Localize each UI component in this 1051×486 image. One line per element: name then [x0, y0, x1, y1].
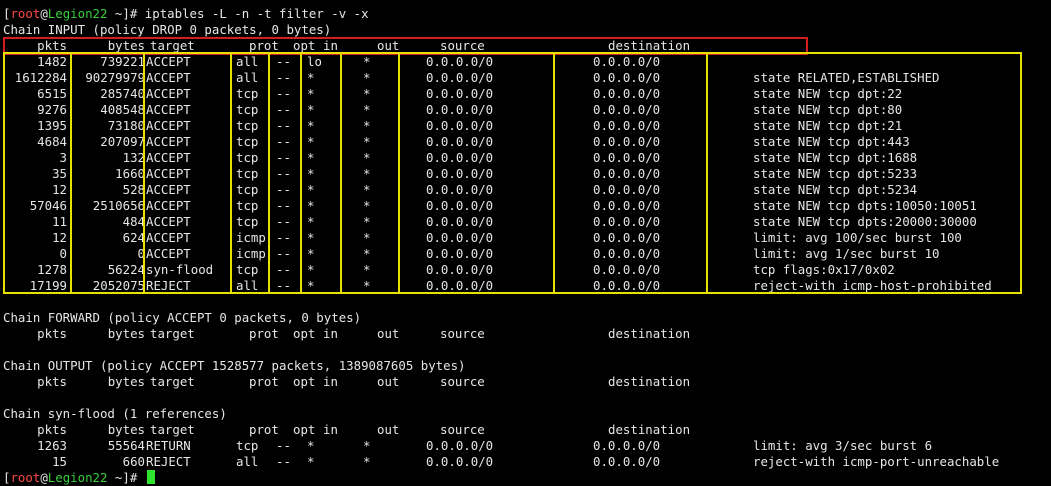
header-prot: prot: [249, 326, 279, 341]
header-in: in: [323, 374, 338, 389]
rule-column-highlight: [553, 52, 708, 294]
header-destination: destination: [608, 326, 691, 341]
command-text: iptables -L -n -t filter -v -x: [144, 6, 369, 21]
rule-source: 0.0.0.0/0: [426, 454, 494, 469]
header-bytes: bytes: [107, 326, 145, 341]
rule-opt: --: [276, 438, 291, 453]
cursor[interactable]: [146, 470, 155, 484]
header-pkts: pkts: [37, 374, 67, 389]
header-opt: opt: [293, 422, 316, 437]
rule-source: 0.0.0.0/0: [426, 438, 494, 453]
rule-destination: 0.0.0.0/0: [593, 438, 661, 453]
rule-prot: tcp: [236, 438, 259, 453]
header-pkts: pkts: [37, 326, 67, 341]
rule-bytes: 55564: [107, 438, 145, 453]
rule-column-highlight: [70, 52, 145, 294]
header-in: in: [323, 326, 338, 341]
prompt-host: Legion22: [47, 6, 108, 21]
rule-column-highlight: [268, 52, 302, 294]
rule-column-highlight: [230, 52, 270, 294]
rule-column-highlight: [143, 52, 232, 294]
header-opt: opt: [293, 326, 316, 341]
rule-in: *: [307, 438, 315, 453]
header-source: source: [440, 374, 485, 389]
prompt-at: @: [40, 6, 48, 21]
header-opt: opt: [293, 374, 316, 389]
rule-column-highlight: [706, 52, 1022, 294]
prompt-path: ~]#: [107, 6, 145, 21]
prompt-path: ~]#: [107, 470, 145, 485]
chain-title-text: Chain FORWARD (policy ACCEPT 0 packets, …: [3, 310, 362, 325]
chain-title-text: Chain OUTPUT (policy ACCEPT 1528577 pack…: [3, 358, 466, 373]
prompt-user: root: [10, 470, 41, 485]
header-source: source: [440, 326, 485, 341]
rule-column-highlight: [398, 52, 555, 294]
rule-pkts: 1263: [37, 438, 67, 453]
header-target: target: [150, 422, 195, 437]
rule-opt: --: [276, 454, 291, 469]
prompt-line: [root@Legion22 ~]# iptables -L -n -t fil…: [3, 6, 369, 22]
header-out: out: [377, 326, 400, 341]
rule-extra: reject-with icmp-port-unreachable: [753, 454, 1000, 469]
header-out: out: [377, 374, 400, 389]
terminal-window[interactable]: [root@Legion22 ~]# iptables -L -n -t fil…: [0, 0, 1051, 486]
chain-title: Chain OUTPUT (policy ACCEPT 1528577 pack…: [3, 358, 466, 374]
header-destination: destination: [608, 374, 691, 389]
rule-out: *: [363, 438, 371, 453]
header-pkts: pkts: [37, 422, 67, 437]
header-prot: prot: [249, 374, 279, 389]
rule-column-highlight: [340, 52, 400, 294]
header-in: in: [323, 422, 338, 437]
rule-target: REJECT: [146, 454, 191, 469]
rule-destination: 0.0.0.0/0: [593, 454, 661, 469]
header-destination: destination: [608, 422, 691, 437]
rule-out: *: [363, 454, 371, 469]
prompt-host: Legion22: [47, 470, 108, 485]
prompt-line: [root@Legion22 ~]#: [3, 470, 155, 486]
chain-title-text: Chain INPUT (policy DROP 0 packets, 0 by…: [3, 22, 332, 37]
chain-title-text: Chain syn-flood (1 references): [3, 406, 227, 421]
rule-pkts: 15: [52, 454, 67, 469]
header-bytes: bytes: [107, 374, 145, 389]
header-bytes: bytes: [107, 422, 145, 437]
rule-target: RETURN: [146, 438, 191, 453]
rule-bytes: 660: [122, 454, 145, 469]
rule-column-highlight: [300, 52, 342, 294]
header-prot: prot: [249, 422, 279, 437]
header-target: target: [150, 326, 195, 341]
prompt-at: @: [40, 470, 48, 485]
rule-in: *: [307, 454, 315, 469]
chain-title: Chain INPUT (policy DROP 0 packets, 0 by…: [3, 22, 331, 38]
rule-column-highlight: [3, 52, 72, 294]
header-source: source: [440, 422, 485, 437]
chain-title: Chain syn-flood (1 references): [3, 406, 227, 422]
rule-prot: all: [236, 454, 259, 469]
header-out: out: [377, 422, 400, 437]
header-target: target: [150, 374, 195, 389]
rule-extra: limit: avg 3/sec burst 6: [753, 438, 933, 453]
chain-title: Chain FORWARD (policy ACCEPT 0 packets, …: [3, 310, 361, 326]
prompt-user: root: [10, 6, 41, 21]
